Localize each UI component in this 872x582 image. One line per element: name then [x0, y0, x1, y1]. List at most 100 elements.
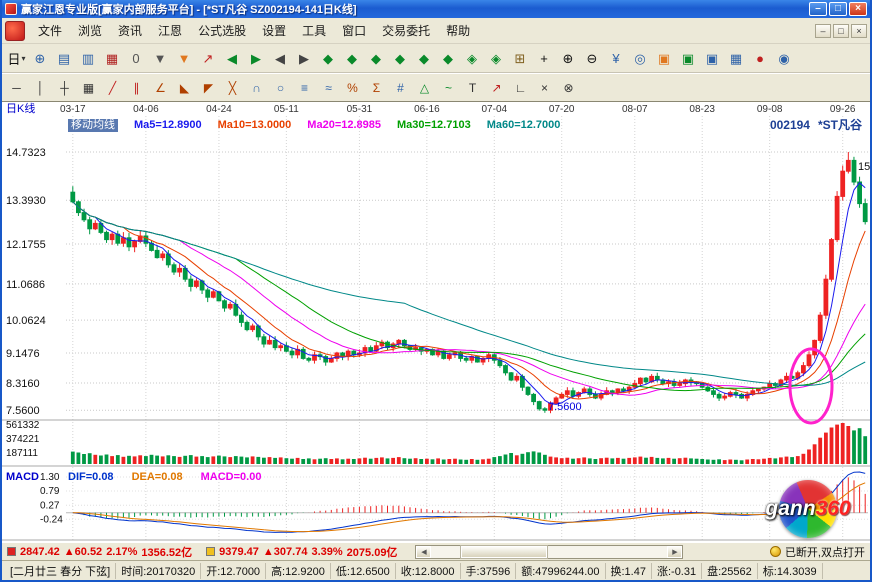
fib-retracement-icon[interactable]: ≡	[293, 78, 316, 98]
orange-tool-icon[interactable]: ▣	[653, 48, 676, 70]
menu-item[interactable]: 交易委托	[374, 19, 438, 42]
index-quote[interactable]: 9379.47 ▲307.74 3.39% 2075.09亿	[206, 544, 397, 560]
kline-icon[interactable]: ▦	[101, 48, 124, 70]
jump-start-icon[interactable]: ◀	[221, 48, 244, 70]
trendline-tool-icon[interactable]: ╱	[101, 78, 124, 98]
globe-icon[interactable]: ◉	[773, 48, 796, 70]
blue-tool-icon[interactable]: ▣	[701, 48, 724, 70]
gann-wheel24-icon[interactable]: ◈	[461, 48, 484, 70]
candle	[835, 196, 839, 239]
gann-fan-down-icon[interactable]: ◣	[173, 78, 196, 98]
jump-end-icon[interactable]: ▶	[245, 48, 268, 70]
ma-legend-title[interactable]: 移动均线	[68, 119, 118, 132]
gann-fan-up-icon[interactable]: ◤	[197, 78, 220, 98]
record-icon[interactable]: ●	[749, 48, 772, 70]
gann-square-nine-icon[interactable]: ◆	[317, 48, 340, 70]
minimize-button[interactable]: –	[809, 2, 827, 16]
percent-line-icon[interactable]: %	[341, 78, 364, 98]
menu-item[interactable]: 浏览	[70, 19, 110, 42]
gann-square-four-icon[interactable]: ◆	[341, 48, 364, 70]
scroll-right-button[interactable]: ▶	[667, 546, 682, 558]
gann-spiral-icon[interactable]: ◆	[413, 48, 436, 70]
clear-all-icon[interactable]: ⊗	[557, 78, 580, 98]
period-day-selector[interactable]: 日 ▾	[5, 48, 28, 70]
chart-region: 14.732313.393012.175511.068610.06249.147…	[2, 102, 870, 542]
index-value: 2847.42	[20, 546, 60, 558]
arrow-mark-icon[interactable]: ↗	[485, 78, 508, 98]
scroll-track[interactable]	[431, 546, 667, 558]
index-quote[interactable]: 2847.42 ▲60.52 2.17% 1356.52亿	[7, 544, 192, 560]
text-tool-icon[interactable]: T	[461, 78, 484, 98]
quote-field: 收:12.8000	[396, 563, 461, 579]
quote-field: 换:1.47	[606, 563, 652, 579]
restore-button[interactable]: □	[829, 2, 847, 16]
ma-legend-item: Ma5=12.8900	[134, 119, 202, 132]
svg-text:06-16: 06-16	[414, 104, 440, 115]
mdi-close-button[interactable]: ×	[851, 24, 867, 38]
candle	[178, 268, 182, 272]
market-scrollbar[interactable]: ◀ ▶	[415, 545, 683, 559]
currency-icon[interactable]: ¥	[605, 48, 628, 70]
gann-calendar-icon[interactable]: ◆	[437, 48, 460, 70]
arc-tool-icon[interactable]: ∩	[245, 78, 268, 98]
svg-text:-0.24: -0.24	[40, 514, 63, 525]
candle	[262, 337, 266, 344]
step-forward-icon[interactable]: ▶	[293, 48, 316, 70]
zoom-out-icon[interactable]: ⊖	[581, 48, 604, 70]
fib-fan-icon[interactable]: ≈	[317, 78, 340, 98]
step-back-icon[interactable]: ◀	[269, 48, 292, 70]
sigma-tool-icon[interactable]: Σ	[365, 78, 388, 98]
price-levels-icon[interactable]: #	[389, 78, 412, 98]
gann-wheel360-icon[interactable]: ◈	[485, 48, 508, 70]
gann-circle-icon[interactable]: ◆	[389, 48, 412, 70]
triangle-tool-icon[interactable]: △	[413, 78, 436, 98]
delete-drawing-icon[interactable]: ×	[533, 78, 556, 98]
candle	[537, 402, 541, 409]
menu-item[interactable]: 文件	[30, 19, 70, 42]
channel-tool-icon[interactable]: ∥	[125, 78, 148, 98]
mdi-minimize-button[interactable]: –	[815, 24, 831, 38]
wave-tool-icon[interactable]: ~	[437, 78, 460, 98]
connection-status[interactable]: 已断开,双点打开	[770, 544, 865, 560]
indicator-dropdown-icon[interactable]: ▼	[149, 48, 172, 70]
menu-item[interactable]: 设置	[254, 19, 294, 42]
angle-ruler-icon[interactable]: ∟	[509, 78, 532, 98]
grid-tool-icon[interactable]: ▦	[77, 78, 100, 98]
gann-hexagon-icon[interactable]: ◆	[365, 48, 388, 70]
gann360-logo-text: gann360	[765, 497, 850, 521]
candle	[622, 389, 626, 391]
zero-axis-icon[interactable]: 0	[125, 48, 148, 70]
pan-hand-icon[interactable]: ⊞	[509, 48, 532, 70]
close-button[interactable]: ×	[849, 2, 867, 16]
candle	[807, 355, 811, 366]
menu-item[interactable]: 帮助	[438, 19, 478, 42]
compass-icon[interactable]: ◎	[629, 48, 652, 70]
gann-wheel-icon[interactable]: ⊕	[29, 48, 52, 70]
vline-tool-icon[interactable]: │	[29, 78, 52, 98]
menu-item[interactable]: 工具	[294, 19, 334, 42]
circle-tool-icon[interactable]: ○	[269, 78, 292, 98]
cross-tool-icon[interactable]: ┼	[53, 78, 76, 98]
save-icon[interactable]: ▦	[725, 48, 748, 70]
zoom-in-icon[interactable]: ⊕	[557, 48, 580, 70]
report-icon[interactable]: ▤	[53, 48, 76, 70]
menu-item[interactable]: 窗口	[334, 19, 374, 42]
mdi-restore-button[interactable]: □	[833, 24, 849, 38]
scroll-left-button[interactable]: ◀	[416, 546, 431, 558]
filter-funnel-icon[interactable]: ▼	[173, 48, 196, 70]
trend-chart-icon[interactable]: ↗	[197, 48, 220, 70]
macd-label[interactable]: MACD	[6, 471, 66, 484]
gann-grid-icon[interactable]: ╳	[221, 78, 244, 98]
green-tool-icon[interactable]: ▣	[677, 48, 700, 70]
menu-item[interactable]: 公式选股	[190, 19, 254, 42]
ma-legend-item: Ma60=12.7000	[487, 119, 561, 132]
scroll-thumb[interactable]	[461, 546, 547, 558]
menu-item[interactable]: 江恩	[150, 19, 190, 42]
menu-item[interactable]: 资讯	[110, 19, 150, 42]
hline-tool-icon[interactable]: ─	[5, 78, 28, 98]
gann-angle-icon[interactable]: ∠	[149, 78, 172, 98]
crosshair-icon[interactable]: +	[533, 48, 556, 70]
connection-status-icon[interactable]	[770, 546, 781, 557]
quote-field: 低:12.6500	[331, 563, 396, 579]
bar-chart-icon[interactable]: ▥	[77, 48, 100, 70]
